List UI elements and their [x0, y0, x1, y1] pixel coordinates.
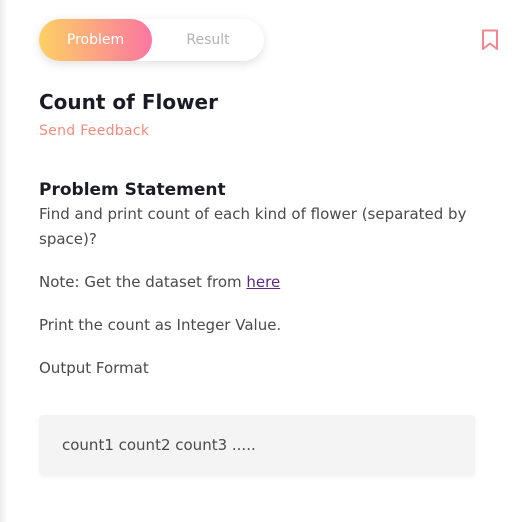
tab-result-label: Result — [186, 32, 230, 48]
output-format-label: Output Format — [39, 359, 149, 377]
problem-statement: Problem Statement Find and print count o… — [39, 178, 479, 381]
output-format-example: count1 count2 count3 ..... — [39, 415, 475, 475]
bookmark-button[interactable] — [481, 29, 499, 51]
problem-description: Find and print count of each kind of flo… — [39, 205, 467, 248]
dataset-link[interactable]: here — [246, 273, 280, 291]
page-title: Count of Flower — [39, 90, 218, 114]
send-feedback-link[interactable]: Send Feedback — [39, 123, 149, 139]
dataset-note-text: Note: Get the dataset from — [39, 273, 247, 291]
statement-heading: Problem Statement — [39, 180, 226, 200]
tab-problem[interactable]: Problem — [39, 19, 152, 61]
dataset-note: Note: Get the dataset from here — [39, 270, 479, 295]
tab-result[interactable]: Result — [152, 19, 264, 61]
page-edge-shadow — [0, 0, 8, 522]
tab-problem-label: Problem — [66, 32, 125, 48]
tab-switcher: Problem Result — [39, 19, 264, 61]
bookmark-icon — [482, 29, 498, 50]
print-instruction: Print the count as Integer Value. — [39, 316, 282, 334]
output-format-text: count1 count2 count3 ..... — [62, 436, 256, 454]
